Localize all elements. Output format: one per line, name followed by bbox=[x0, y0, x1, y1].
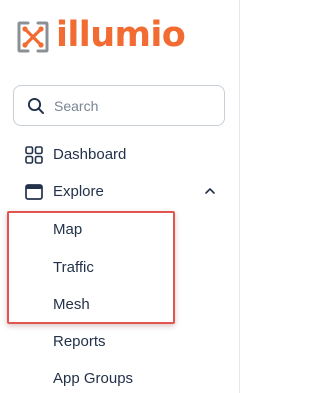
sidebar-item-dashboard[interactable]: Dashboard bbox=[24, 143, 224, 167]
explore-window-icon bbox=[25, 184, 43, 200]
sidebar-divider bbox=[239, 0, 240, 393]
search-box[interactable] bbox=[13, 85, 225, 126]
sidebar-subitem-map[interactable]: Map bbox=[53, 221, 82, 239]
sidebar-subitem-reports[interactable]: Reports bbox=[53, 333, 106, 351]
dashboard-grid-icon bbox=[25, 146, 43, 164]
chevron-up-icon[interactable] bbox=[204, 185, 216, 197]
search-input[interactable] bbox=[54, 86, 214, 125]
sidebar-item-label: Explore bbox=[53, 183, 104, 200]
navigation-sidebar: illumio Dashboard Explore Map Traffic Me… bbox=[0, 0, 242, 393]
brand-name: illumio bbox=[56, 15, 186, 55]
sidebar-item-explore[interactable]: Explore bbox=[24, 180, 224, 204]
sidebar-subitem-mesh[interactable]: Mesh bbox=[53, 296, 90, 314]
illumio-logo-icon bbox=[17, 21, 49, 53]
sidebar-subitem-app-groups[interactable]: App Groups bbox=[53, 370, 133, 388]
sidebar-subitem-traffic[interactable]: Traffic bbox=[53, 259, 94, 277]
search-icon bbox=[27, 97, 44, 114]
sidebar-item-label: Dashboard bbox=[53, 146, 127, 163]
